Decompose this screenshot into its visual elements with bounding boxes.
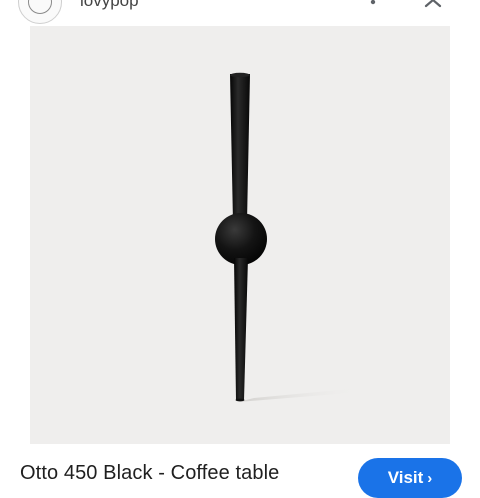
site-logo-icon (28, 0, 52, 14)
top-bar: lovypop (0, 0, 480, 26)
more-options-icon[interactable] (368, 0, 378, 8)
visit-button-label: Visit (387, 467, 424, 487)
product-title[interactable]: Otto 450 Black - Coffee table (20, 462, 279, 485)
table-leg-illustration (30, 26, 450, 444)
site-avatar[interactable] (18, 0, 62, 24)
chevron-right-icon: › (427, 469, 433, 487)
site-name[interactable]: lovypop (80, 0, 139, 11)
close-icon[interactable] (424, 0, 442, 8)
product-image[interactable] (30, 26, 450, 444)
product-info-bar: Otto 450 Black - Coffee table Visit › (0, 444, 480, 498)
visit-button[interactable]: Visit › (358, 458, 462, 498)
